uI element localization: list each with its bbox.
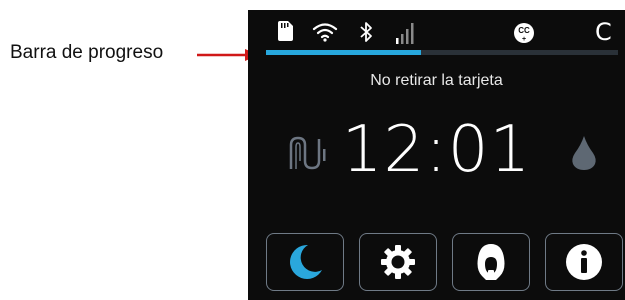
info-button[interactable] [545,233,623,291]
water-drop-icon [572,136,596,170]
sd-card-icon [278,21,293,41]
nasal-mask-icon [477,244,505,280]
svg-text:CC: CC [518,26,530,35]
progress-bar [266,50,618,55]
status-badge-letter: C [595,18,612,46]
status-message: No retirar la tarjeta [370,72,503,89]
moon-icon [290,244,322,279]
svg-text:+: + [522,36,526,43]
signal-strength-icon [396,23,414,44]
clock-display: 12:01 [341,113,532,187]
device-screen: CC + C No retirar la tarjeta 12:01 [248,10,625,300]
settings-button[interactable] [359,233,437,291]
gear-icon [381,245,415,279]
progress-bar-fill [266,50,421,55]
wifi-icon [312,23,338,42]
bluetooth-icon [360,22,372,42]
info-icon [566,244,602,280]
cc-icon: CC + [514,23,534,43]
annotation-label: Barra de progreso [10,42,164,63]
sleep-mode-button[interactable] [266,233,344,291]
mask-fit-button[interactable] [452,233,530,291]
